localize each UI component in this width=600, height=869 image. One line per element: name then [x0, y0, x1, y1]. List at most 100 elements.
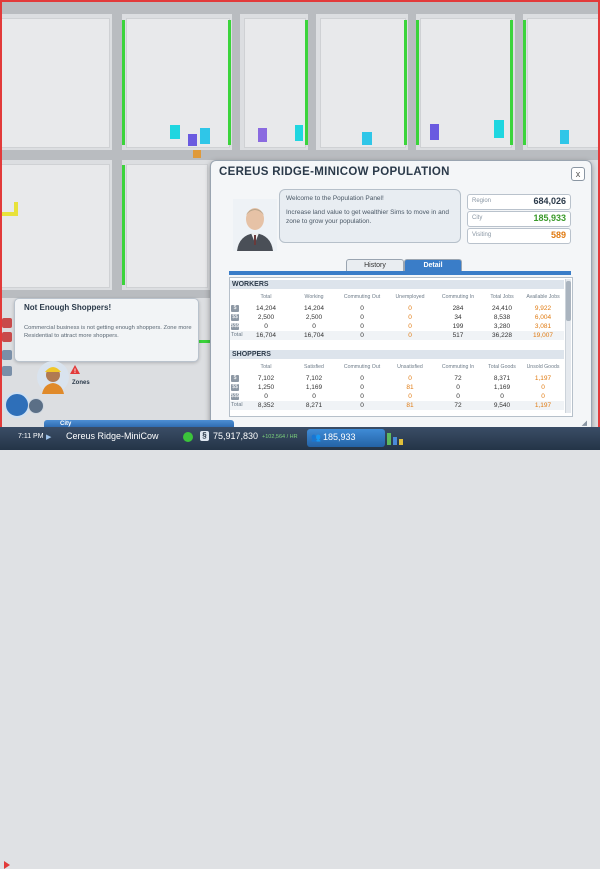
shoppers-col-header: Commuting In: [441, 363, 475, 370]
table-cell: 0: [264, 393, 268, 400]
city-value: 185,933: [533, 213, 566, 223]
table-cell: 14,204: [256, 305, 276, 312]
notification-body: Commercial business is not getting enoug…: [24, 325, 192, 339]
table-cell: 14,204: [304, 305, 324, 312]
table-cell: 2,500: [305, 314, 323, 321]
alert-icon[interactable]: [2, 318, 12, 328]
shoppers-heading: SHOPPERS: [230, 350, 564, 359]
table-cell: 0: [408, 393, 412, 400]
workers-col-header: Unemployed: [395, 293, 425, 300]
table-row: $$ 1,250 1,169 0 81 0 1,169 0: [230, 383, 564, 392]
funds-value[interactable]: 75,917,830: [213, 431, 258, 441]
people-icon: 👥: [311, 433, 321, 442]
warning-icon: !: [70, 365, 80, 374]
wealth-mid-icon: $$: [231, 314, 239, 321]
speed-button[interactable]: ▶: [46, 433, 51, 441]
table-cell: 0: [541, 384, 545, 391]
wealth-low-icon: $: [231, 305, 239, 312]
table-cell: 0: [408, 314, 412, 321]
table-cell: 0: [456, 393, 460, 400]
visiting-label: Visiting: [472, 232, 492, 238]
close-button[interactable]: x: [571, 167, 585, 181]
table-cell: 0: [456, 384, 460, 391]
table-cell: 34: [454, 314, 462, 321]
wealth-mid-icon: $$: [231, 384, 239, 391]
table-cell: 72: [454, 402, 462, 409]
scrollbar-thumb[interactable]: [566, 281, 571, 321]
table-cell: 517: [452, 332, 464, 339]
table-cell: 3,081: [534, 323, 552, 330]
workers-col-header: Total: [260, 293, 272, 300]
total-label: Total: [231, 402, 243, 408]
simoleon-icon: §: [200, 431, 209, 441]
table-row: $ 14,204 14,204 0 0 284 24,410 9,922: [230, 304, 564, 313]
workers-header-row: Total Working Commuting Out Unemployed C…: [230, 290, 564, 303]
table-row: $$ 2,500 2,500 0 0 34 8,538 6,004: [230, 313, 564, 322]
panel-title: CEREUS RIDGE-MINICOW POPULATION: [219, 166, 450, 178]
table-cell: 36,228: [492, 332, 512, 339]
notification-card[interactable]: Not Enough Shoppers! Commercial business…: [14, 298, 199, 362]
play-icon[interactable]: [4, 861, 10, 869]
table-cell: 19,007: [533, 332, 553, 339]
city-menu-button[interactable]: [4, 392, 30, 418]
table-cell: 0: [264, 323, 268, 330]
shield-icon[interactable]: [28, 398, 44, 414]
advisor-portrait: [233, 199, 277, 251]
table-cell: 0: [408, 332, 412, 339]
workers-col-header: Working: [304, 293, 324, 300]
table-cell: 0: [408, 305, 412, 312]
table-cell: 0: [360, 393, 364, 400]
game-time: 7:11 PM: [18, 433, 44, 440]
shoppers-col-header: Total: [260, 363, 272, 370]
table-cell: 0: [360, 384, 364, 391]
happiness-icon[interactable]: [183, 432, 193, 442]
table-cell: 24,410: [492, 305, 512, 312]
visiting-stat: Visiting 589: [467, 228, 571, 244]
population-panel: CEREUS RIDGE-MINICOW POPULATION x Welcom…: [210, 160, 592, 432]
table-cell: 0: [408, 323, 412, 330]
shoppers-col-header: Commuting Out: [343, 363, 381, 370]
table-cell: 0: [360, 402, 364, 409]
total-label: Total: [231, 332, 243, 338]
tab-underline: [229, 271, 571, 275]
table-cell: 1,169: [493, 384, 511, 391]
water-icon[interactable]: [2, 366, 12, 376]
table-cell: 8,371: [493, 375, 511, 382]
alert-icon[interactable]: [2, 332, 12, 342]
table-cell: 2,500: [257, 314, 275, 321]
table-cell: 0: [312, 323, 316, 330]
city-name: Cereus Ridge-MiniCow: [66, 431, 159, 441]
table-cell: 9,922: [534, 305, 552, 312]
table-row: $$$ 0 0 0 0 199 3,280 3,081: [230, 322, 564, 331]
table-cell: 284: [452, 305, 464, 312]
notification-title: Not Enough Shoppers!: [24, 303, 112, 312]
zones-advisor-icon[interactable]: [36, 360, 70, 394]
table-cell: 0: [541, 393, 545, 400]
table-cell: 0: [360, 305, 364, 312]
resize-grip-icon[interactable]: ◢: [582, 419, 587, 427]
table-cell: 0: [360, 314, 364, 321]
table-cell: 7,102: [305, 375, 323, 382]
table-cell: 1,197: [534, 375, 552, 382]
shoppers-col-header: Unsold Goods: [526, 363, 560, 370]
table-cell: 6,004: [534, 314, 552, 321]
shoppers-col-header: Unsatisfied: [397, 363, 423, 370]
table-cell: 16,704: [256, 332, 276, 339]
table-cell: 0: [360, 323, 364, 330]
shoppers-col-header: Satisfied: [304, 363, 324, 370]
shoppers-header-row: Total Satisfied Commuting Out Unsatisfie…: [230, 360, 564, 373]
table-scrollbar[interactable]: [565, 279, 571, 413]
power-icon[interactable]: [2, 350, 12, 360]
table-total-row: Total 8,352 8,271 0 81 72 9,540 1,197: [230, 401, 564, 410]
population-button[interactable]: 👥 185,933: [307, 429, 385, 447]
workers-col-header: Commuting Out: [343, 293, 381, 300]
speech-message: Increase land value to get wealthier Sim…: [286, 209, 449, 225]
table-cell: 3,280: [493, 323, 511, 330]
rci-demand-icon[interactable]: [387, 431, 409, 445]
table-row: $ 7,102 7,102 0 0 72 8,371 1,197: [230, 374, 564, 383]
table-cell: 8,271: [305, 402, 323, 409]
table-cell: 8,352: [257, 402, 275, 409]
advisor-speech-bubble: Welcome to the Population Panel! Increas…: [279, 189, 461, 243]
workers-col-header: Total Jobs: [490, 293, 514, 300]
workers-col-header: Available Jobs: [526, 293, 560, 300]
